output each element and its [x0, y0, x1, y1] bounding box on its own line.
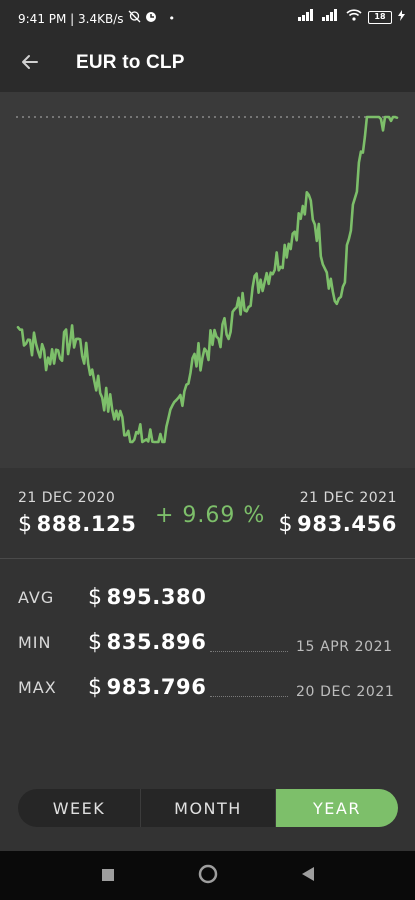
page-title: EUR to CLP — [76, 52, 185, 73]
percent-change: + 9.69 % — [155, 503, 266, 528]
avg-row: AVG $895.380 — [0, 580, 415, 620]
status-left: 9:41 PM | 3.4KB/s • — [18, 10, 175, 27]
range-summary: 21 DEC 2020 $888.125 + 9.69 % 21 DEC 202… — [0, 470, 415, 559]
nav-back-button[interactable] — [293, 861, 323, 891]
arrow-left-icon — [20, 52, 40, 76]
signal-icon — [298, 9, 316, 25]
price-series-line — [16, 115, 399, 444]
system-nav-bar — [0, 851, 415, 900]
min-value: $835.896 — [88, 630, 206, 655]
status-right: 18 — [298, 9, 405, 25]
min-dotted-leader — [210, 651, 288, 652]
avg-value-number: 895.380 — [106, 585, 207, 609]
currency-symbol: $ — [278, 512, 294, 537]
currency-symbol: $ — [88, 585, 103, 610]
currency-symbol: $ — [88, 630, 103, 655]
end-date: 21 DEC 2021 — [299, 490, 397, 506]
status-time: 9:41 PM | 3.4KB/s — [18, 11, 124, 26]
recents-button[interactable] — [93, 861, 123, 891]
end-value: $983.456 — [279, 512, 397, 537]
start-value-number: 888.125 — [36, 512, 137, 536]
triangle-back-icon — [301, 866, 314, 885]
tab-year[interactable]: YEAR — [276, 789, 398, 827]
signal-icon-2 — [322, 9, 340, 25]
currency-symbol: $ — [18, 512, 33, 537]
max-date: 20 DEC 2021 — [296, 684, 395, 700]
max-value-number: 983.796 — [106, 675, 207, 699]
price-chart — [0, 92, 415, 468]
charging-icon — [398, 9, 405, 25]
wifi-icon — [346, 9, 362, 25]
tab-week[interactable]: WEEK — [18, 789, 141, 827]
battery-icon: 18 — [368, 10, 392, 24]
min-row: MIN $835.896 15 APR 2021 — [0, 625, 415, 665]
avg-value: $895.380 — [88, 585, 206, 610]
chart-svg — [16, 115, 399, 444]
status-bar: 9:41 PM | 3.4KB/s • 18 — [0, 0, 415, 36]
circle-icon — [198, 864, 218, 888]
start-value: $888.125 — [18, 512, 136, 537]
currency-symbol: $ — [88, 675, 103, 700]
app-bar: EUR to CLP — [0, 36, 415, 92]
home-button[interactable] — [193, 861, 223, 891]
min-label: MIN — [18, 633, 52, 652]
tab-month[interactable]: MONTH — [141, 789, 276, 827]
alarm-off-icon — [128, 10, 141, 27]
square-icon — [101, 866, 114, 885]
sync-icon — [145, 11, 157, 27]
back-button[interactable] — [14, 48, 46, 80]
min-date: 15 APR 2021 — [296, 639, 393, 655]
max-label: MAX — [18, 678, 57, 697]
avg-label: AVG — [18, 588, 55, 607]
period-selector: WEEK MONTH YEAR — [18, 789, 398, 827]
start-date: 21 DEC 2020 — [18, 490, 116, 506]
dot-icon: • — [168, 11, 176, 25]
max-value: $983.796 — [88, 675, 206, 700]
min-value-number: 835.896 — [106, 630, 207, 654]
max-dotted-leader — [210, 696, 288, 697]
end-value-number: 983.456 — [297, 512, 397, 536]
max-row: MAX $983.796 20 DEC 2021 — [0, 670, 415, 710]
